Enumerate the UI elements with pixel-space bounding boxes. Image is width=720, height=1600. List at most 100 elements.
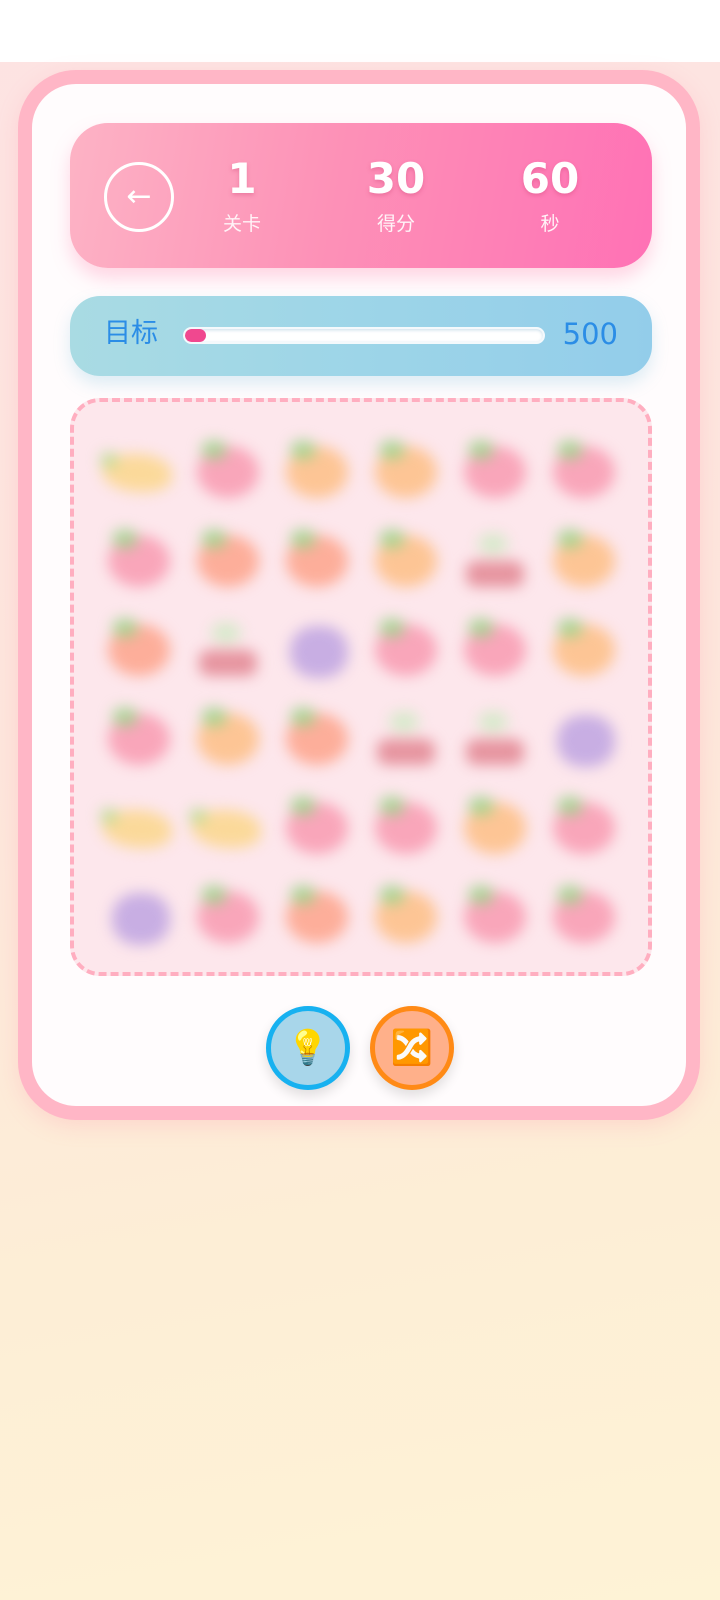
leaf-icon (557, 440, 583, 460)
fruit-tile-banana[interactable] (183, 780, 272, 869)
leaf-icon (189, 808, 207, 824)
fruit-tile-cherry[interactable] (450, 691, 539, 780)
target-label: 目标 (104, 318, 158, 349)
fruit-tile-orange[interactable] (361, 424, 450, 513)
lightbulb-icon: 💡 (286, 1028, 330, 1068)
leaf-icon (201, 440, 227, 460)
leaf-icon (379, 529, 405, 549)
leaf-icon (100, 808, 118, 824)
shuffle-button[interactable]: 🔀 (370, 1006, 454, 1090)
back-arrow-icon: ← (126, 179, 152, 214)
fruit-tile-cherry[interactable] (450, 513, 539, 602)
fruit-tile-strawberry[interactable] (272, 780, 361, 869)
leaf-icon (201, 707, 227, 727)
timer-value: 60 (520, 154, 580, 203)
fruit-tile-strawberry[interactable] (450, 869, 539, 958)
target-progress-fill (185, 329, 207, 342)
fruit-tile-grape[interactable] (539, 691, 628, 780)
fruit-tile-orange[interactable] (539, 513, 628, 602)
cherry-icon (377, 739, 435, 765)
leaf-icon (468, 796, 494, 816)
tool-bar: 💡 🔀 (266, 1006, 456, 1092)
score-value: 30 (366, 154, 426, 203)
fruit-tile-strawberry[interactable] (183, 424, 272, 513)
leaf-icon (112, 618, 138, 638)
fruit-tile-peach[interactable] (272, 691, 361, 780)
fruit-tile-orange[interactable] (272, 424, 361, 513)
leaf-icon (379, 796, 405, 816)
fruit-tile-orange[interactable] (183, 691, 272, 780)
leaf-icon (379, 885, 405, 905)
leaf-icon (201, 529, 227, 549)
fruit-tile-strawberry[interactable] (94, 691, 183, 780)
leaf-icon (557, 529, 583, 549)
fruit-tile-orange[interactable] (539, 602, 628, 691)
fruit-tile-peach[interactable] (94, 602, 183, 691)
game-header: ← 1 关卡 30 得分 60 秒 (70, 123, 652, 268)
leaf-icon (478, 533, 508, 555)
fruit-tile-strawberry[interactable] (539, 780, 628, 869)
game-board (70, 398, 652, 976)
leaf-icon (468, 440, 494, 460)
leaf-icon (379, 618, 405, 638)
leaf-icon (557, 618, 583, 638)
fruit-tile-cherry[interactable] (361, 691, 450, 780)
leaf-icon (389, 711, 419, 733)
level-stat: 1 关卡 (182, 153, 302, 237)
leaf-icon (468, 885, 494, 905)
leaf-icon (290, 707, 316, 727)
fruit-tile-banana[interactable] (94, 780, 183, 869)
target-value: 500 (562, 317, 618, 351)
fruit-tile-strawberry[interactable] (539, 424, 628, 513)
back-button[interactable]: ← (104, 162, 174, 232)
fruit-tile-strawberry[interactable] (450, 602, 539, 691)
leaf-icon (112, 707, 138, 727)
leaf-icon (468, 618, 494, 638)
target-progress-track (183, 327, 545, 344)
fruit-tile-banana[interactable] (94, 424, 183, 513)
leaf-icon (379, 440, 405, 460)
leaf-icon (557, 885, 583, 905)
shuffle-icon: 🔀 (390, 1028, 434, 1068)
level-label: 关卡 (222, 213, 261, 235)
fruit-tile-cherry[interactable] (183, 602, 272, 691)
fruit-grid (94, 424, 628, 964)
fruit-tile-grape[interactable] (94, 869, 183, 958)
leaf-icon (557, 796, 583, 816)
leaf-icon (290, 796, 316, 816)
leaf-icon (290, 885, 316, 905)
fruit-tile-peach[interactable] (272, 869, 361, 958)
score-label: 得分 (376, 213, 415, 235)
leaf-icon (211, 622, 241, 644)
cherry-icon (466, 561, 524, 587)
fruit-tile-peach[interactable] (183, 513, 272, 602)
leaf-icon (290, 440, 316, 460)
status-bar (0, 0, 720, 62)
target-bar: 目标 500 (70, 296, 652, 376)
leaf-icon (100, 452, 118, 468)
fruit-tile-strawberry[interactable] (450, 424, 539, 513)
cherry-icon (466, 739, 524, 765)
fruit-tile-orange[interactable] (450, 780, 539, 869)
timer-label: 秒 (540, 213, 560, 235)
grape-icon (290, 626, 348, 678)
grape-icon (112, 893, 170, 945)
leaf-icon (290, 529, 316, 549)
fruit-tile-strawberry[interactable] (361, 780, 450, 869)
hint-button[interactable]: 💡 (266, 1006, 350, 1090)
fruit-tile-orange[interactable] (361, 513, 450, 602)
leaf-icon (112, 529, 138, 549)
score-stat: 30 得分 (336, 153, 456, 237)
level-value: 1 (227, 154, 257, 203)
fruit-tile-strawberry[interactable] (183, 869, 272, 958)
fruit-tile-peach[interactable] (272, 513, 361, 602)
leaf-icon (478, 711, 508, 733)
fruit-tile-strawberry[interactable] (94, 513, 183, 602)
fruit-tile-strawberry[interactable] (361, 602, 450, 691)
fruit-tile-strawberry[interactable] (539, 869, 628, 958)
timer-stat: 60 秒 (490, 153, 610, 237)
fruit-tile-orange[interactable] (361, 869, 450, 958)
leaf-icon (201, 885, 227, 905)
cherry-icon (199, 650, 257, 676)
fruit-tile-grape[interactable] (272, 602, 361, 691)
